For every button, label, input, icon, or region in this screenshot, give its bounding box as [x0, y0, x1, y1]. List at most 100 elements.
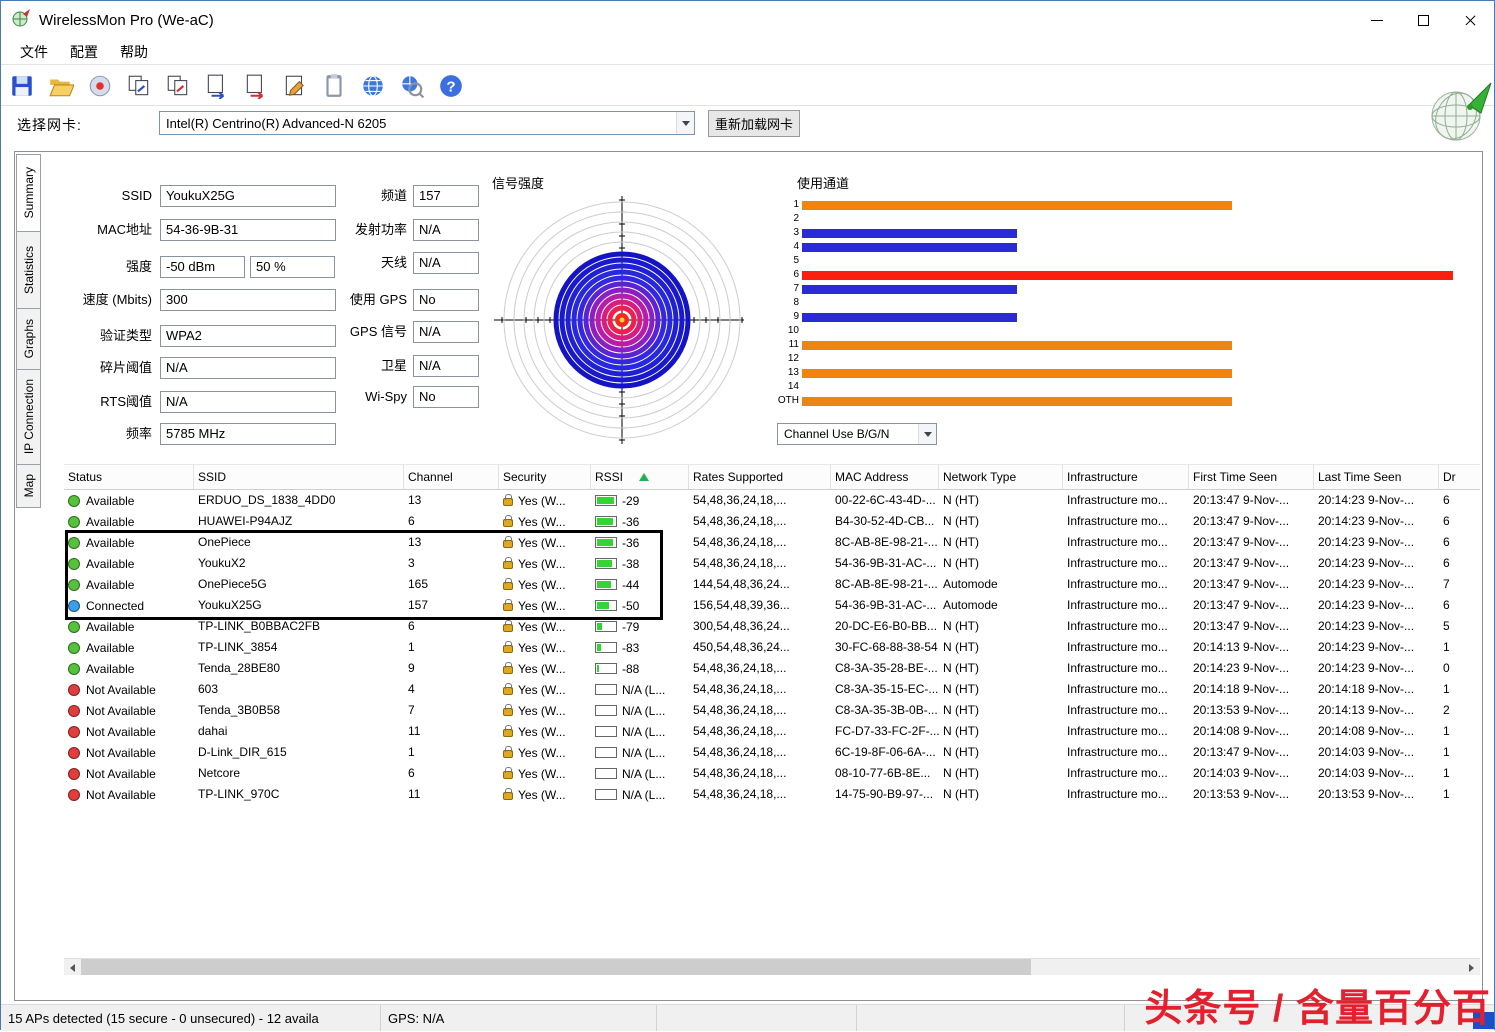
table-row[interactable]: AvailableYoukuX23Yes (W...-3854,48,36,24… [64, 553, 1480, 574]
channel-use-select[interactable]: Channel Use B/G/N [777, 423, 937, 445]
channel-row: 13 [769, 366, 1469, 380]
table-row[interactable]: AvailableTP-LINK_B0BBAC2FB6Yes (W...-793… [64, 616, 1480, 637]
save-icon[interactable] [7, 71, 37, 101]
field-value[interactable]: N/A [413, 252, 479, 274]
cell-channel: 6 [404, 511, 499, 532]
cell-channel: 3 [404, 553, 499, 574]
table-row[interactable]: Not Availabledahai11Yes (W...N/A (L...54… [64, 721, 1480, 742]
field-value[interactable]: WPA2 [160, 325, 336, 347]
column-header-first-time-seen[interactable]: First Time Seen [1189, 465, 1314, 489]
cell-last-seen: 20:13:53 9-Nov-... [1314, 784, 1439, 805]
table-row[interactable]: Not Available6034Yes (W...N/A (L...54,48… [64, 679, 1480, 700]
cell-rssi: N/A (L... [591, 763, 689, 784]
security-text: Yes (W... [518, 767, 566, 781]
status-text: Not Available [86, 746, 156, 760]
scroll-left-button[interactable] [64, 959, 81, 976]
cell-status: Not Available [64, 784, 194, 805]
table-row[interactable]: Not AvailableNetcore6Yes (W...N/A (L...5… [64, 763, 1480, 784]
cell-rssi: N/A (L... [591, 679, 689, 700]
field-value[interactable]: -50 dBm [160, 256, 245, 278]
scrollbar-track[interactable] [81, 959, 1463, 975]
maximize-button[interactable] [1400, 1, 1447, 39]
export-alt-icon[interactable] [241, 71, 271, 101]
column-header-infrastructure[interactable]: Infrastructure [1063, 465, 1189, 489]
horizontal-scrollbar[interactable] [64, 958, 1480, 975]
column-header-last-time-seen[interactable]: Last Time Seen [1314, 465, 1439, 489]
table-row[interactable]: ConnectedYoukuX25G157Yes (W...-50156,54,… [64, 595, 1480, 616]
column-header-channel[interactable]: Channel [404, 465, 499, 489]
cell-ssid: HUAWEI-P94AJZ [194, 511, 404, 532]
minimize-button[interactable] [1353, 1, 1400, 39]
sign-icon[interactable] [280, 71, 310, 101]
table-row[interactable]: AvailableTenda_28BE809Yes (W...-8854,48,… [64, 658, 1480, 679]
table-row[interactable]: Not AvailableTenda_3B0B587Yes (W...N/A (… [64, 700, 1480, 721]
scroll-right-button[interactable] [1463, 959, 1480, 976]
chevron-down-icon[interactable] [676, 112, 694, 134]
field-value[interactable]: 54-36-9B-31 [160, 219, 336, 241]
channel-bar [802, 271, 1453, 280]
column-header-mac-address[interactable]: MAC Address [831, 465, 939, 489]
cell-dr: 1 [1439, 763, 1480, 784]
column-header-status[interactable]: Status [64, 465, 194, 489]
cell-channel: 13 [404, 490, 499, 511]
cell-first-seen: 20:13:53 9-Nov-... [1189, 784, 1314, 805]
status-panel-1: 15 APs detected (15 secure - 0 unsecured… [1, 1005, 381, 1031]
field-value[interactable]: 300 [160, 289, 336, 311]
chevron-down-icon[interactable] [918, 424, 936, 444]
column-label: First Time Seen [1193, 470, 1277, 484]
column-header-dr[interactable]: Dr [1439, 465, 1480, 489]
column-header-security[interactable]: Security [499, 465, 591, 489]
adapter-select[interactable]: Intel(R) Centrino(R) Advanced-N 6205 [159, 111, 695, 135]
cell-infrastructure: Infrastructure mo... [1063, 742, 1189, 763]
help-icon[interactable]: ? [436, 71, 466, 101]
column-label: RSSI [595, 470, 623, 484]
rssi-meter [595, 537, 617, 548]
column-header-ssid[interactable]: SSID [194, 465, 404, 489]
cell-network-type: Automode [939, 595, 1063, 616]
cell-last-seen: 20:14:23 9-Nov-... [1314, 574, 1439, 595]
field-value[interactable]: N/A [160, 391, 336, 413]
reload-adapter-button[interactable]: 重新加载网卡 [708, 110, 800, 137]
menu-item-2[interactable]: 配置 [59, 42, 109, 62]
field-value[interactable]: No [413, 386, 479, 408]
field-value[interactable]: No [413, 289, 479, 311]
menu-item-3[interactable]: 帮助 [109, 42, 159, 62]
table-row[interactable]: AvailableOnePiece5G165Yes (W...-44144,54… [64, 574, 1480, 595]
copy-graph-icon[interactable] [124, 71, 154, 101]
copy-graph-alt-icon[interactable] [163, 71, 193, 101]
table-row[interactable]: AvailableTP-LINK_38541Yes (W...-83450,54… [64, 637, 1480, 658]
table-row[interactable]: Not AvailableTP-LINK_970C11Yes (W...N/A … [64, 784, 1480, 805]
cell-channel: 6 [404, 763, 499, 784]
column-header-rssi[interactable]: RSSI [591, 465, 689, 489]
cell-ssid: OnePiece5G [194, 574, 404, 595]
web-icon[interactable] [358, 71, 388, 101]
record-icon[interactable] [85, 71, 115, 101]
field-value[interactable]: YoukuX25G [160, 185, 336, 207]
field-value[interactable]: 5785 MHz [160, 423, 336, 445]
channel-row: 4 [769, 240, 1469, 254]
cell-network-type: N (HT) [939, 616, 1063, 637]
field-value[interactable]: 157 [413, 185, 479, 207]
table-row[interactable]: AvailableHUAWEI-P94AJZ6Yes (W...-3654,48… [64, 511, 1480, 532]
field-value[interactable]: N/A [413, 355, 479, 377]
lock-icon [503, 624, 513, 632]
field-value[interactable]: N/A [160, 357, 336, 379]
scrollbar-thumb[interactable] [81, 959, 1031, 975]
close-button[interactable] [1447, 1, 1494, 39]
open-icon[interactable] [46, 71, 76, 101]
field-value[interactable]: N/A [413, 321, 479, 343]
column-header-rates-supported[interactable]: Rates Supported [689, 465, 831, 489]
column-header-network-type[interactable]: Network Type [939, 465, 1063, 489]
table-row[interactable]: AvailableOnePiece13Yes (W...-3654,48,36,… [64, 532, 1480, 553]
cell-ssid: 603 [194, 679, 404, 700]
web-search-icon[interactable] [397, 71, 427, 101]
cell-channel: 11 [404, 721, 499, 742]
cell-rates: 54,48,36,24,18,... [689, 490, 831, 511]
export-icon[interactable] [202, 71, 232, 101]
menu-item-1[interactable]: 文件 [9, 42, 59, 62]
report-icon[interactable] [319, 71, 349, 101]
status-text: Not Available [86, 788, 156, 802]
table-row[interactable]: AvailableERDUO_DS_1838_4DD013Yes (W...-2… [64, 490, 1480, 511]
field-value[interactable]: N/A [413, 219, 479, 241]
table-row[interactable]: Not AvailableD-Link_DIR_6151Yes (W...N/A… [64, 742, 1480, 763]
